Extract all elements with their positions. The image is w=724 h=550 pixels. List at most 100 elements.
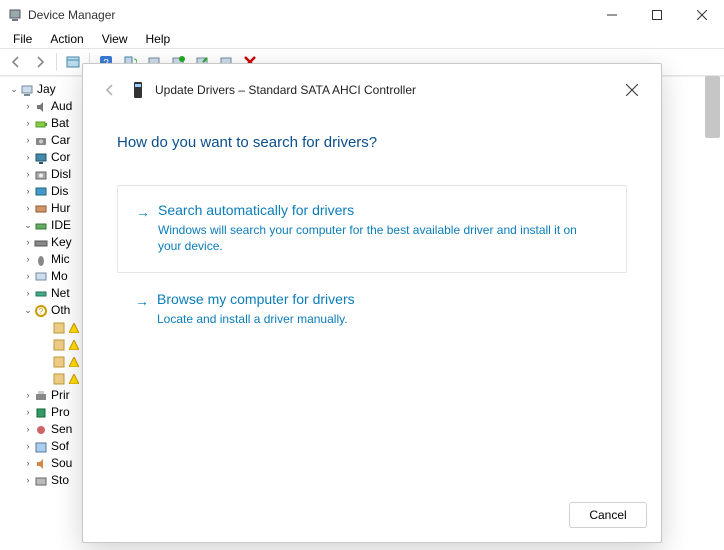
- tree-node-label: Key: [51, 234, 72, 251]
- warning-overlay-icon: [69, 355, 83, 369]
- menu-action[interactable]: Action: [41, 30, 92, 48]
- storage-icon: [34, 474, 48, 488]
- unknown-icon: [52, 321, 66, 335]
- expander-none[interactable]: [40, 373, 52, 385]
- chevron-down-icon[interactable]: ⌄: [22, 305, 34, 317]
- option-search-automatically[interactable]: → Search automatically for drivers Windo…: [117, 185, 627, 273]
- option-title: Browse my computer for drivers: [157, 291, 609, 307]
- tree-node-label: Bat: [51, 115, 69, 132]
- sound-icon: [34, 457, 48, 471]
- tree-node-label: Jay: [37, 81, 56, 98]
- window-title: Device Manager: [28, 8, 115, 22]
- back-icon[interactable]: [5, 51, 27, 73]
- chevron-down-icon[interactable]: ⌄: [22, 220, 34, 232]
- dialog-footer: Cancel: [83, 492, 661, 542]
- chevron-right-icon[interactable]: ›: [22, 271, 34, 283]
- ide-icon: [34, 219, 48, 233]
- tree-node-label: Cor: [51, 149, 70, 166]
- tree-node-label: Car: [51, 132, 70, 149]
- tree-node-label: Sto: [51, 472, 69, 489]
- menu-file[interactable]: File: [4, 30, 41, 48]
- tree-node-label: IDE: [51, 217, 71, 234]
- expander-none[interactable]: [40, 339, 52, 351]
- network-icon: [34, 287, 48, 301]
- chevron-right-icon[interactable]: ›: [22, 101, 34, 113]
- chevron-right-icon[interactable]: ›: [22, 118, 34, 130]
- dialog-title: Update Drivers – Standard SATA AHCI Cont…: [155, 83, 416, 97]
- chevron-right-icon[interactable]: ›: [22, 475, 34, 487]
- chevron-right-icon[interactable]: ›: [22, 407, 34, 419]
- unknown-icon: [52, 355, 66, 369]
- expander-none[interactable]: [40, 356, 52, 368]
- processor-icon: [34, 406, 48, 420]
- dialog-heading: How do you want to search for drivers?: [117, 134, 627, 151]
- tree-node-label: Sof: [51, 438, 69, 455]
- chevron-right-icon[interactable]: ›: [22, 441, 34, 453]
- disk-icon: [34, 168, 48, 182]
- chevron-right-icon[interactable]: ›: [22, 186, 34, 198]
- arrow-right-icon: →: [136, 204, 150, 220]
- cancel-button[interactable]: Cancel: [569, 502, 647, 528]
- minimize-button[interactable]: [589, 0, 634, 30]
- titlebar: Device Manager: [0, 0, 724, 30]
- tree-node-label: Mo: [51, 268, 68, 285]
- printer-icon: [34, 389, 48, 403]
- chevron-right-icon[interactable]: ›: [22, 237, 34, 249]
- warning-overlay-icon: [69, 338, 83, 352]
- option-browse-computer[interactable]: → Browse my computer for drivers Locate …: [117, 291, 627, 345]
- warning-overlay-icon: [69, 321, 83, 335]
- tree-node-label: Sou: [51, 455, 72, 472]
- chevron-right-icon[interactable]: ›: [22, 288, 34, 300]
- update-drivers-dialog: Update Drivers – Standard SATA AHCI Cont…: [82, 63, 662, 543]
- keyboard-icon: [34, 236, 48, 250]
- tree-node-label: Prir: [51, 387, 70, 404]
- app-icon: [8, 8, 22, 22]
- tree-node-label: Net: [51, 285, 70, 302]
- back-button[interactable]: [99, 79, 121, 101]
- tree-node-label: Dis: [51, 183, 68, 200]
- computer-icon: [34, 151, 48, 165]
- camera-icon: [34, 134, 48, 148]
- tree-node-label: Disl: [51, 166, 71, 183]
- audio-icon: [34, 100, 48, 114]
- chevron-right-icon[interactable]: ›: [22, 458, 34, 470]
- show-hidden-icon[interactable]: [62, 51, 84, 73]
- menu-help[interactable]: Help: [137, 30, 180, 48]
- arrow-right-icon: →: [135, 293, 149, 309]
- menu-view[interactable]: View: [93, 30, 137, 48]
- unknown-icon: [52, 338, 66, 352]
- tree-node-label: Aud: [51, 98, 72, 115]
- close-button[interactable]: [679, 0, 724, 30]
- vertical-scrollbar[interactable]: [705, 76, 720, 138]
- menubar: File Action View Help: [0, 30, 724, 49]
- other-icon: ?: [34, 304, 48, 318]
- dialog-close-button[interactable]: [617, 78, 647, 102]
- chevron-right-icon[interactable]: ›: [22, 424, 34, 436]
- sensor-icon: [34, 423, 48, 437]
- tree-node-label: Pro: [51, 404, 70, 421]
- dialog-body: How do you want to search for drivers? →…: [83, 102, 661, 492]
- option-desc: Windows will search your computer for th…: [158, 222, 578, 254]
- unknown-icon: [52, 372, 66, 386]
- chevron-right-icon[interactable]: ›: [22, 152, 34, 164]
- tree-node-label: Mic: [51, 251, 70, 268]
- expander-none[interactable]: [40, 322, 52, 334]
- tree-node-label: Hur: [51, 200, 70, 217]
- tree-node-label: Sen: [51, 421, 72, 438]
- chevron-down-icon[interactable]: ⌄: [8, 84, 20, 96]
- window-controls: [589, 0, 724, 30]
- chevron-right-icon[interactable]: ›: [22, 390, 34, 402]
- chevron-right-icon[interactable]: ›: [22, 254, 34, 266]
- chevron-right-icon[interactable]: ›: [22, 135, 34, 147]
- warning-overlay-icon: [69, 372, 83, 386]
- software-icon: [34, 440, 48, 454]
- chevron-right-icon[interactable]: ›: [22, 203, 34, 215]
- option-desc: Locate and install a driver manually.: [157, 311, 577, 327]
- display-icon: [34, 185, 48, 199]
- maximize-button[interactable]: [634, 0, 679, 30]
- dialog-header: Update Drivers – Standard SATA AHCI Cont…: [83, 64, 661, 102]
- hid-icon: [34, 202, 48, 216]
- forward-icon[interactable]: [29, 51, 51, 73]
- chevron-right-icon[interactable]: ›: [22, 169, 34, 181]
- option-title: Search automatically for drivers: [158, 202, 608, 218]
